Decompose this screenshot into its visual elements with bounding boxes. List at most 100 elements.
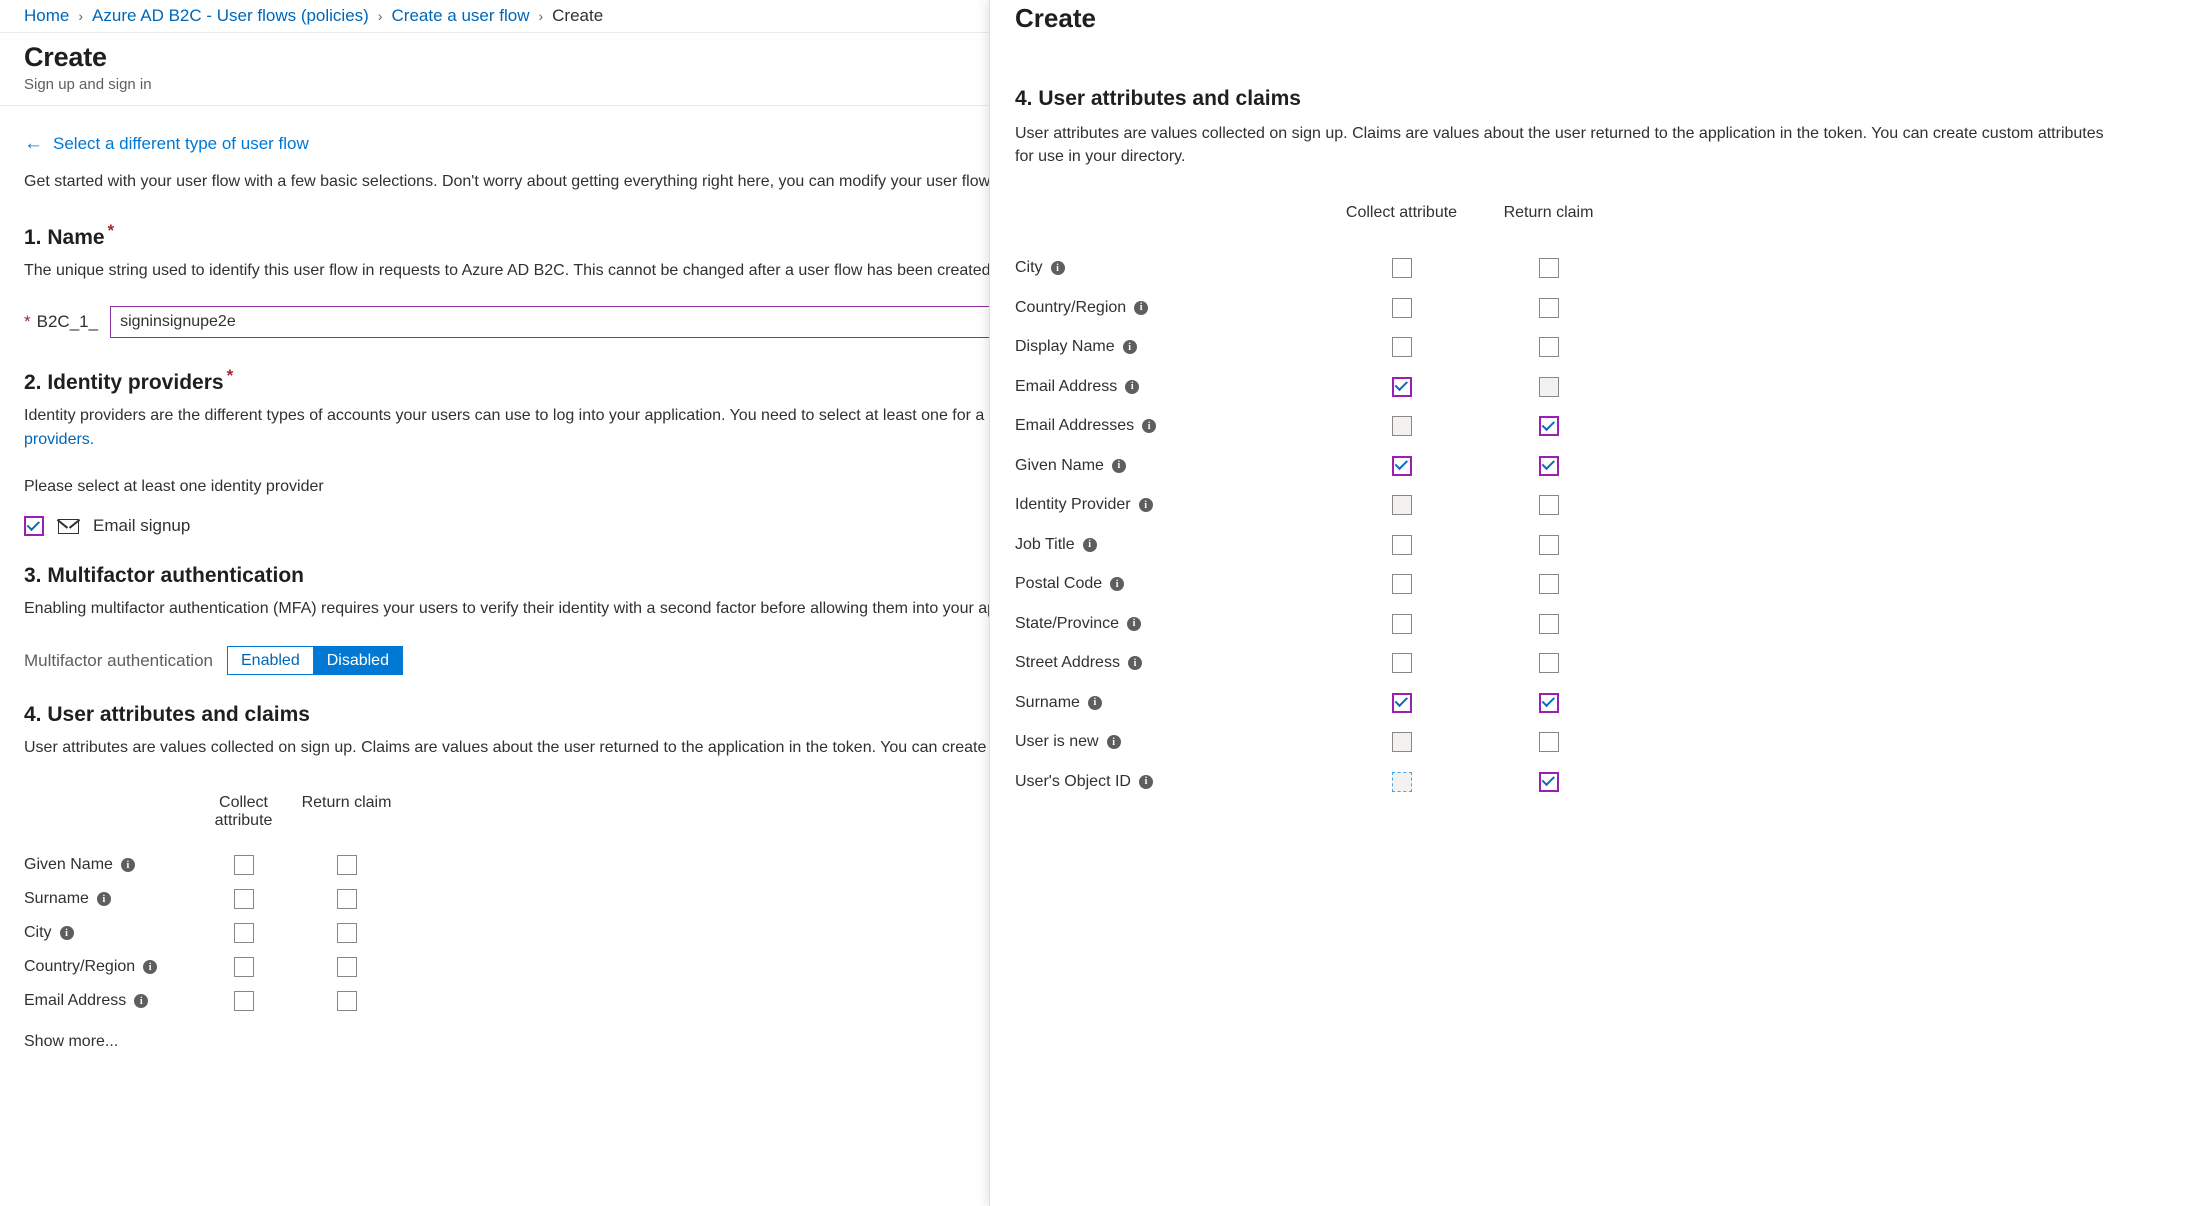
attributes-header-return: Return claim xyxy=(295,794,398,830)
email-signup-checkbox[interactable] xyxy=(24,516,44,536)
collect-attribute-checkbox[interactable] xyxy=(1392,535,1412,555)
return-claim-checkbox[interactable] xyxy=(1539,653,1559,673)
attribute-label-cell: User's Object IDi xyxy=(1015,773,1328,791)
collect-cell xyxy=(1328,258,1475,278)
attribute-label: Email Address xyxy=(1015,378,1117,396)
info-icon[interactable]: i xyxy=(121,858,135,872)
collect-cell xyxy=(1328,456,1475,476)
breadcrumb-item-create-a-user-flow[interactable]: Create a user flow xyxy=(392,6,530,26)
section-heading-name-label: 1. Name xyxy=(24,226,105,249)
attribute-label-cell: Job Titlei xyxy=(1015,536,1328,554)
info-icon[interactable]: i xyxy=(1123,340,1137,354)
mfa-toggle-group[interactable]: Enabled Disabled xyxy=(227,646,403,675)
attribute-label-cell: Identity Provider i xyxy=(1015,496,1328,514)
info-icon[interactable]: i xyxy=(1125,380,1139,394)
return-claim-checkbox[interactable] xyxy=(1539,732,1559,752)
return-claim-checkbox[interactable] xyxy=(1539,456,1559,476)
arrow-left-icon: ← xyxy=(24,134,43,153)
attribute-label-cell: Country/Regioni xyxy=(1015,299,1328,317)
attribute-label-cell: User is newi xyxy=(1015,733,1328,751)
attribute-label: Identity Provider xyxy=(1015,496,1131,514)
attribute-label: Email Addresses xyxy=(1015,417,1134,435)
info-icon[interactable]: i xyxy=(60,926,74,940)
info-icon[interactable]: i xyxy=(1088,696,1102,710)
return-claim-checkbox[interactable] xyxy=(1539,693,1559,713)
collect-attribute-checkbox[interactable] xyxy=(234,889,254,909)
collect-cell xyxy=(192,991,295,1011)
collect-attribute-checkbox[interactable] xyxy=(1392,732,1412,752)
return-cell xyxy=(295,991,398,1011)
panel-header-spacer xyxy=(1015,204,1328,222)
info-icon[interactable]: i xyxy=(1107,735,1121,749)
collect-attribute-checkbox[interactable] xyxy=(1392,495,1412,515)
info-icon[interactable]: i xyxy=(1127,617,1141,631)
table-row: User's Object IDi xyxy=(1015,762,2163,802)
table-row: Identity Provider i xyxy=(1015,485,2163,525)
table-row: Cityi xyxy=(1015,248,2163,288)
attribute-label: Email Address xyxy=(24,992,126,1010)
required-asterisk: * xyxy=(227,366,234,385)
attribute-label-cell: Email Address i xyxy=(24,992,192,1010)
info-icon[interactable]: i xyxy=(1134,301,1148,315)
attribute-label: State/Province xyxy=(1015,615,1119,633)
return-claim-checkbox[interactable] xyxy=(337,889,357,909)
return-claim-checkbox[interactable] xyxy=(1539,337,1559,357)
return-claim-checkbox[interactable] xyxy=(337,991,357,1011)
collect-attribute-checkbox[interactable] xyxy=(1392,574,1412,594)
info-icon[interactable]: i xyxy=(97,892,111,906)
return-claim-checkbox[interactable] xyxy=(1539,298,1559,318)
return-claim-checkbox[interactable] xyxy=(1539,614,1559,634)
return-cell xyxy=(1475,574,1622,594)
info-icon[interactable]: i xyxy=(1112,459,1126,473)
collect-attribute-checkbox[interactable] xyxy=(1392,693,1412,713)
info-icon[interactable]: i xyxy=(134,994,148,1008)
info-icon[interactable]: i xyxy=(1110,577,1124,591)
return-cell xyxy=(1475,298,1622,318)
collect-attribute-checkbox[interactable] xyxy=(1392,337,1412,357)
return-claim-checkbox[interactable] xyxy=(1539,574,1559,594)
info-icon[interactable]: i xyxy=(1139,498,1153,512)
mfa-option-disabled[interactable]: Disabled xyxy=(313,646,403,675)
info-icon[interactable]: i xyxy=(143,960,157,974)
collect-attribute-checkbox[interactable] xyxy=(234,957,254,977)
breadcrumb-item-azure-ad-b2c-user-flows[interactable]: Azure AD B2C - User flows (policies) xyxy=(92,6,369,26)
identity-providers-link[interactable]: providers. xyxy=(24,431,94,448)
panel-table-body: CityiCountry/RegioniDisplay NameiEmail A… xyxy=(1015,248,2163,801)
collect-attribute-checkbox[interactable] xyxy=(1392,653,1412,673)
info-icon[interactable]: i xyxy=(1051,261,1065,275)
collect-attribute-checkbox[interactable] xyxy=(234,991,254,1011)
info-icon[interactable]: i xyxy=(1083,538,1097,552)
return-cell xyxy=(295,957,398,977)
return-claim-checkbox[interactable] xyxy=(1539,416,1559,436)
return-cell xyxy=(1475,456,1622,476)
collect-attribute-checkbox[interactable] xyxy=(234,923,254,943)
azure-portal-page: Home › Azure AD B2C - User flows (polici… xyxy=(0,0,2188,1206)
collect-cell xyxy=(1328,337,1475,357)
return-claim-checkbox[interactable] xyxy=(1539,258,1559,278)
info-icon[interactable]: i xyxy=(1142,419,1156,433)
collect-attribute-checkbox[interactable] xyxy=(1392,456,1412,476)
panel-title: Create xyxy=(990,0,2188,34)
attribute-label: City xyxy=(1015,259,1043,277)
collect-attribute-checkbox[interactable] xyxy=(1392,614,1412,634)
return-claim-checkbox[interactable] xyxy=(1539,535,1559,555)
info-icon[interactable]: i xyxy=(1128,656,1142,670)
collect-attribute-checkbox[interactable] xyxy=(1392,772,1412,792)
return-claim-checkbox[interactable] xyxy=(337,923,357,943)
return-claim-checkbox[interactable] xyxy=(337,855,357,875)
email-signup-label: Email signup xyxy=(93,516,190,536)
return-claim-checkbox[interactable] xyxy=(1539,495,1559,515)
collect-attribute-checkbox[interactable] xyxy=(1392,416,1412,436)
collect-attribute-checkbox[interactable] xyxy=(1392,258,1412,278)
attribute-label: Surname xyxy=(24,890,89,908)
return-claim-checkbox[interactable] xyxy=(1539,377,1559,397)
breadcrumb-item-home[interactable]: Home xyxy=(24,6,69,26)
attribute-label-cell: Country/Region i xyxy=(24,958,192,976)
return-claim-checkbox[interactable] xyxy=(1539,772,1559,792)
collect-attribute-checkbox[interactable] xyxy=(234,855,254,875)
collect-attribute-checkbox[interactable] xyxy=(1392,377,1412,397)
mfa-option-enabled[interactable]: Enabled xyxy=(227,646,313,675)
info-icon[interactable]: i xyxy=(1139,775,1153,789)
collect-attribute-checkbox[interactable] xyxy=(1392,298,1412,318)
return-claim-checkbox[interactable] xyxy=(337,957,357,977)
